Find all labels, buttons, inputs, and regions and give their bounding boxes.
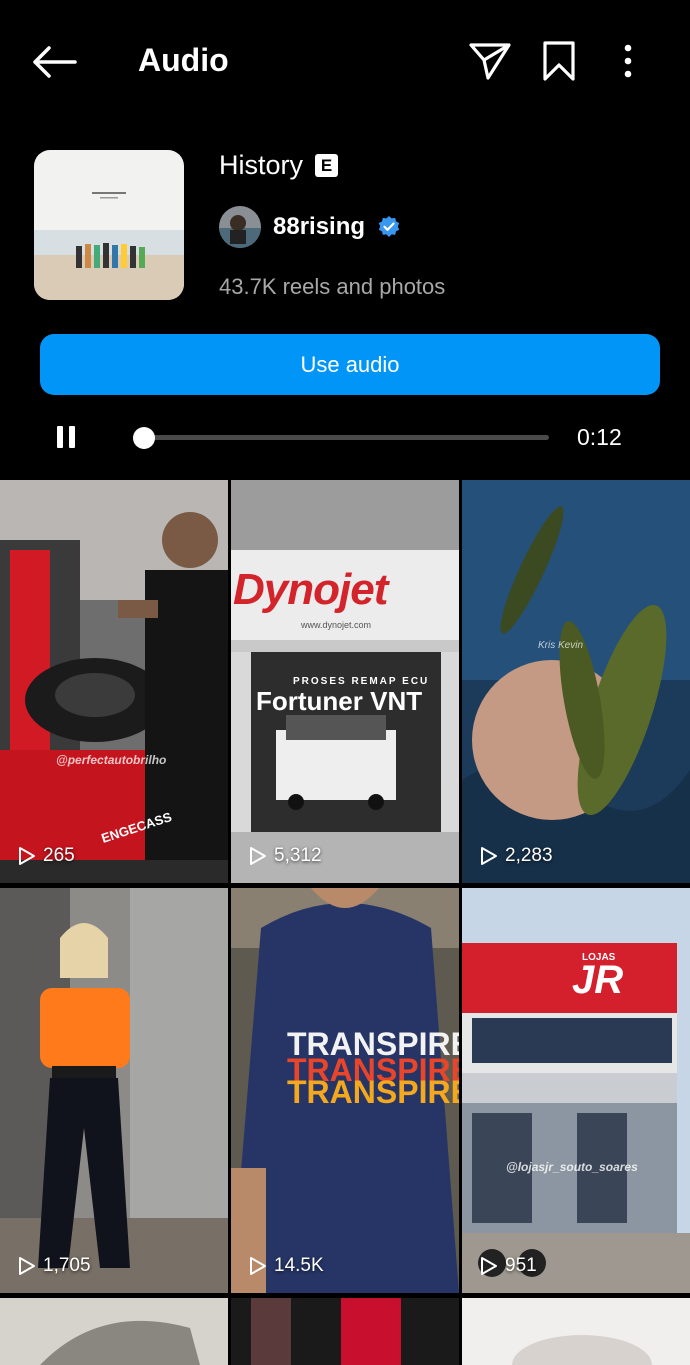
play-icon [19,1257,35,1275]
reel-tile[interactable]: Dynojet www.dynojet.com PROSES REMAP ECU… [231,480,459,883]
watermark: Kris Kevin [538,640,584,651]
reel-tile[interactable]: TRANSPIRE TRANSPIRE TRANSPIRE 14.5K [231,888,459,1293]
reel-thumbnail [0,480,228,883]
top-bar: Audio [0,0,690,124]
bookmark-icon [543,41,575,81]
reel-thumbnail [0,1298,228,1365]
back-arrow-icon [33,46,77,78]
view-count-label: 5,312 [274,845,322,866]
album-art-image [34,150,184,300]
song-header: History E [219,150,339,181]
artist-name: 88rising [273,213,366,240]
share-button[interactable] [465,36,515,86]
overlay-caption: Fortuner VNT [256,686,423,716]
page-title: Audio [138,42,229,78]
play-icon [19,847,35,865]
reel-thumbnail [462,480,690,883]
reels-count: 43.7K reels and photos [219,274,446,299]
reels-grid: @perfectautobrilho ENGECASS 265 Dynojet … [0,480,690,1365]
reel-tile[interactable] [231,1298,459,1365]
view-count: 5,312 [249,845,322,867]
reel-thumbnail [462,1298,690,1365]
pause-icon [57,426,63,448]
reel-tile[interactable]: LOJAS JR @lojasjr_souto_soares 951 [462,888,690,1293]
more-icon [624,44,632,78]
progress-track[interactable] [143,435,549,440]
view-count-label: 265 [43,845,75,866]
use-audio-button[interactable]: Use audio [40,334,660,395]
shop-sign: Dynojet [233,565,388,614]
verified-badge-icon [378,216,400,237]
artist-link[interactable]: 88rising [219,206,401,248]
reel-tile[interactable] [462,1298,690,1365]
explicit-badge: E [315,154,339,177]
reel-thumbnail [231,1298,459,1365]
back-button[interactable] [28,38,80,86]
reel-tile[interactable] [0,1298,228,1365]
view-count: 2,283 [480,845,553,867]
save-button[interactable] [534,36,584,86]
watermark: @perfectautobrilho [56,753,167,767]
shirt-print-3: TRANSPIRE [287,1074,459,1110]
reel-thumbnail [0,888,228,1293]
reel-tile[interactable]: @perfectautobrilho ENGECASS 265 [0,480,228,883]
watermark: @lojasjr_souto_soares [506,1160,638,1174]
view-count: 1,705 [18,1255,91,1277]
play-icon [481,1257,497,1275]
album-cover[interactable] [34,150,184,300]
view-count-label: 14.5K [274,1255,324,1276]
store-sign: JR [572,958,624,1002]
view-count-label: 1,705 [43,1255,91,1276]
reel-tile[interactable]: Kris Kevin 2,283 [462,480,690,883]
view-count: 951 [480,1255,537,1277]
play-icon [250,1257,266,1275]
song-title: History [219,150,304,180]
reel-tile[interactable]: 1,705 [0,888,228,1293]
progress-knob[interactable] [133,427,155,449]
view-count: 14.5K [249,1255,324,1277]
avatar [219,206,261,248]
reel-thumbnail [462,888,690,1293]
view-count-label: 2,283 [505,845,553,866]
send-icon [469,43,511,80]
view-count: 265 [18,845,75,867]
elapsed-time: 0:12 [577,424,622,450]
play-icon [250,847,266,865]
pause-button[interactable] [57,426,81,450]
more-options-button[interactable] [603,36,653,86]
view-count-label: 951 [505,1255,537,1276]
shop-sign-url: www.dynojet.com [301,620,372,630]
play-icon [481,847,497,865]
